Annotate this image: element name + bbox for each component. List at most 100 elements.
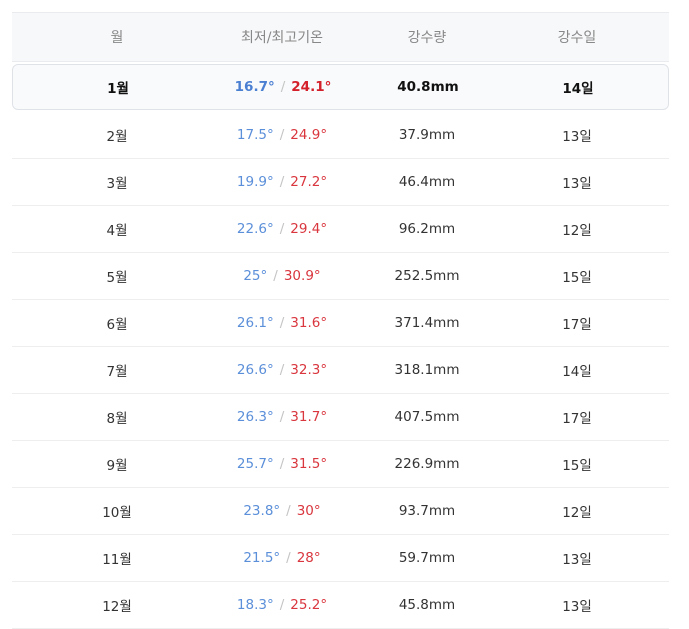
month-cell: 1월 bbox=[107, 81, 129, 97]
table-row-current-month: 1월 16.7° / 24.1° 40.8mm 14일 bbox=[12, 64, 669, 110]
month-cell: 3월 bbox=[106, 176, 128, 192]
min-temp: 23.8° bbox=[243, 503, 281, 519]
precipitation-cell: 226.9mm bbox=[394, 456, 460, 472]
table-header: 월 최저/최고기온 강수량 강수일 bbox=[12, 12, 669, 62]
max-temp: 30° bbox=[296, 503, 321, 519]
precipitation-cell: 96.2mm bbox=[398, 221, 456, 237]
climate-table: 월 최저/최고기온 강수량 강수일 1월 16.7° / 24.1° 40.8mm … bbox=[12, 12, 669, 629]
min-temp: 25.7° bbox=[236, 456, 274, 472]
temp-separator: / bbox=[273, 268, 278, 284]
header-temperature: 최저/최고기온 bbox=[241, 30, 323, 46]
table-row: 11월 21.5° / 28° 59.7mm 13일 bbox=[12, 535, 669, 582]
rain-days-cell: 14일 bbox=[562, 81, 594, 97]
temp-separator: / bbox=[279, 127, 285, 143]
max-temp: 32.3° bbox=[290, 362, 328, 378]
rain-days-cell: 15일 bbox=[562, 458, 592, 474]
temperature-cell: 23.8° / 30° bbox=[222, 503, 342, 519]
table-row: 12월 18.3° / 25.2° 45.8mm 13일 bbox=[12, 582, 669, 629]
temperature-cell: 26.3° / 31.7° bbox=[222, 409, 342, 425]
temperature-cell: 21.5° / 28° bbox=[222, 550, 342, 566]
temp-separator: / bbox=[279, 315, 285, 331]
precipitation-cell: 252.5mm bbox=[394, 268, 460, 284]
temperature-cell: 16.7° / 24.1° bbox=[223, 79, 343, 95]
table-row: 4월 22.6° / 29.4° 96.2mm 12일 bbox=[12, 206, 669, 253]
table-row: 9월 25.7° / 31.5° 226.9mm 15일 bbox=[12, 441, 669, 488]
precipitation-cell: 40.8mm bbox=[397, 79, 459, 95]
table-row: 8월 26.3° / 31.7° 407.5mm 17일 bbox=[12, 394, 669, 441]
temperature-cell: 25.7° / 31.5° bbox=[222, 456, 342, 472]
max-temp: 24.9° bbox=[290, 127, 328, 143]
temp-separator: / bbox=[279, 456, 285, 472]
temp-separator: / bbox=[280, 79, 286, 95]
precipitation-cell: 59.7mm bbox=[398, 550, 456, 566]
max-temp: 31.7° bbox=[290, 409, 328, 425]
temperature-cell: 22.6° / 29.4° bbox=[222, 221, 342, 237]
min-temp: 16.7° bbox=[234, 79, 275, 95]
month-cell: 5월 bbox=[106, 270, 128, 286]
min-temp: 18.3° bbox=[236, 597, 274, 613]
month-cell: 4월 bbox=[106, 223, 128, 239]
precipitation-cell: 407.5mm bbox=[394, 409, 460, 425]
table-row: 5월 25° / 30.9° 252.5mm 15일 bbox=[12, 253, 669, 300]
precipitation-cell: 45.8mm bbox=[398, 597, 456, 613]
min-temp: 22.6° bbox=[236, 221, 274, 237]
min-temp: 26.1° bbox=[236, 315, 274, 331]
header-rain-days: 강수일 bbox=[557, 30, 597, 46]
temperature-cell: 18.3° / 25.2° bbox=[222, 597, 342, 613]
rain-days-cell: 12일 bbox=[562, 505, 592, 521]
precipitation-cell: 371.4mm bbox=[394, 315, 460, 331]
max-temp: 28° bbox=[296, 550, 321, 566]
table-row: 3월 19.9° / 27.2° 46.4mm 13일 bbox=[12, 159, 669, 206]
temp-separator: / bbox=[286, 503, 291, 519]
month-cell: 12월 bbox=[102, 599, 132, 615]
temperature-cell: 26.6° / 32.3° bbox=[222, 362, 342, 378]
table-row: 10월 23.8° / 30° 93.7mm 12일 bbox=[12, 488, 669, 535]
temperature-cell: 19.9° / 27.2° bbox=[222, 174, 342, 190]
max-temp: 25.2° bbox=[290, 597, 328, 613]
table-row: 2월 17.5° / 24.9° 37.9mm 13일 bbox=[12, 112, 669, 159]
temperature-cell: 26.1° / 31.6° bbox=[222, 315, 342, 331]
month-cell: 11월 bbox=[102, 552, 132, 568]
rain-days-cell: 13일 bbox=[562, 176, 592, 192]
max-temp: 24.1° bbox=[291, 79, 332, 95]
max-temp: 29.4° bbox=[290, 221, 328, 237]
temp-separator: / bbox=[279, 597, 285, 613]
temp-separator: / bbox=[279, 409, 285, 425]
table-row: 6월 26.1° / 31.6° 371.4mm 17일 bbox=[12, 300, 669, 347]
header-month: 월 bbox=[110, 30, 124, 46]
rain-days-cell: 17일 bbox=[562, 411, 592, 427]
month-cell: 7월 bbox=[106, 364, 128, 380]
rain-days-cell: 13일 bbox=[562, 599, 592, 615]
precipitation-cell: 93.7mm bbox=[398, 503, 456, 519]
rain-days-cell: 17일 bbox=[562, 317, 592, 333]
temp-separator: / bbox=[286, 550, 291, 566]
month-cell: 9월 bbox=[106, 458, 128, 474]
rain-days-cell: 15일 bbox=[562, 270, 592, 286]
temp-separator: / bbox=[279, 174, 285, 190]
rain-days-cell: 13일 bbox=[562, 129, 592, 145]
temp-separator: / bbox=[279, 362, 285, 378]
precipitation-cell: 37.9mm bbox=[398, 127, 456, 143]
rain-days-cell: 14일 bbox=[562, 364, 592, 380]
min-temp: 25° bbox=[243, 268, 268, 284]
max-temp: 31.6° bbox=[290, 315, 328, 331]
temperature-cell: 17.5° / 24.9° bbox=[222, 127, 342, 143]
month-cell: 10월 bbox=[102, 505, 132, 521]
month-cell: 2월 bbox=[106, 129, 128, 145]
temp-separator: / bbox=[279, 221, 285, 237]
header-precipitation: 강수량 bbox=[407, 30, 447, 46]
min-temp: 26.3° bbox=[236, 409, 274, 425]
rain-days-cell: 12일 bbox=[562, 223, 592, 239]
table-row: 7월 26.6° / 32.3° 318.1mm 14일 bbox=[12, 347, 669, 394]
temperature-cell: 25° / 30.9° bbox=[222, 268, 342, 284]
min-temp: 19.9° bbox=[236, 174, 274, 190]
month-cell: 6월 bbox=[106, 317, 128, 333]
max-temp: 30.9° bbox=[283, 268, 321, 284]
month-cell: 8월 bbox=[106, 411, 128, 427]
max-temp: 27.2° bbox=[290, 174, 328, 190]
max-temp: 31.5° bbox=[290, 456, 328, 472]
min-temp: 17.5° bbox=[236, 127, 274, 143]
precipitation-cell: 318.1mm bbox=[394, 362, 460, 378]
min-temp: 26.6° bbox=[236, 362, 274, 378]
min-temp: 21.5° bbox=[243, 550, 281, 566]
